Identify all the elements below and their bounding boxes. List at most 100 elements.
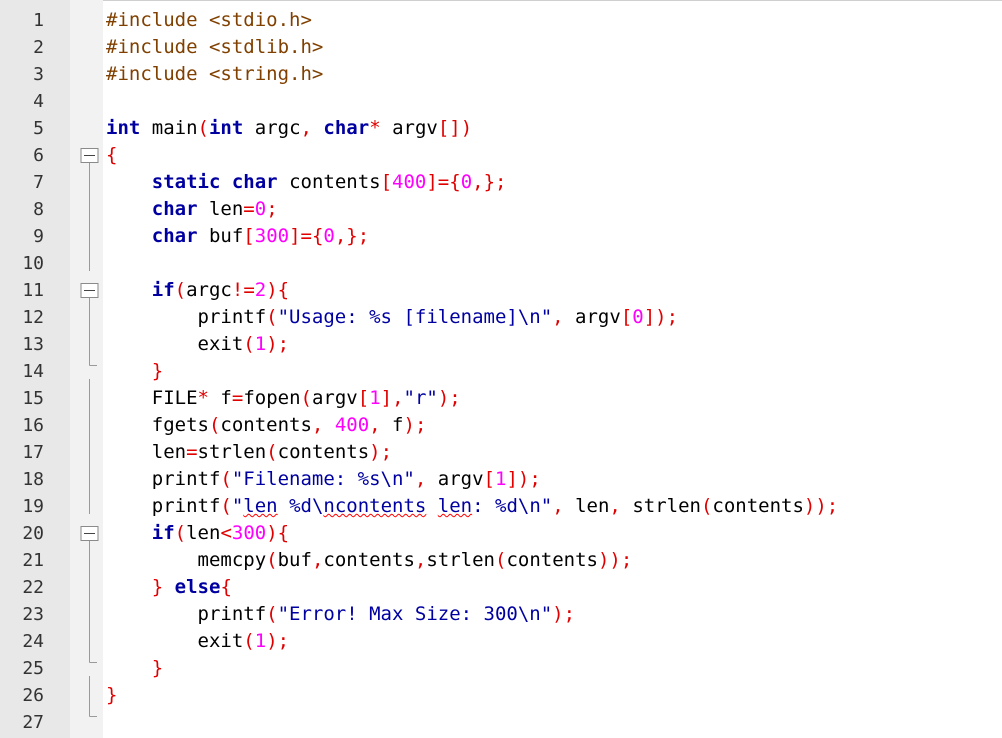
code-token: (: [220, 468, 232, 490]
code-line[interactable]: 23 printf("Error! Max Size: 300\n");: [0, 595, 1002, 628]
code-token: 0: [632, 306, 644, 328]
code-text[interactable]: len=strlen(contents);: [106, 439, 392, 466]
code-token: ,: [414, 468, 427, 490]
code-line[interactable]: 13 exit(1);: [0, 325, 1002, 358]
code-text[interactable]: } else{: [106, 574, 232, 601]
code-line[interactable]: 9 char buf[300]={0,};: [0, 217, 1002, 250]
code-line[interactable]: 5 int main(int argc, char* argv[]): [0, 115, 1002, 142]
code-line[interactable]: 19 printf("len %d\ncontents len: %d\n", …: [0, 487, 1002, 520]
code-text[interactable]: if(argc!=2){: [106, 277, 289, 304]
code-text[interactable]: char buf[300]={0,};: [106, 223, 369, 250]
code-token: (: [243, 630, 255, 652]
code-line[interactable]: 20 if(len<300){: [0, 520, 1002, 558]
fold-guide-line: [89, 379, 90, 406]
code-token: ]={: [426, 171, 461, 193]
fold-guide-line: [89, 433, 90, 460]
code-text[interactable]: #include <string.h>: [106, 61, 323, 88]
code-line[interactable]: 27: [0, 703, 1002, 736]
code-text[interactable]: }: [106, 682, 117, 709]
fold-toggle-icon[interactable]: [80, 283, 99, 315]
code-text[interactable]: memcpy(buf,contents,strlen(contents));: [106, 547, 633, 574]
fold-guide-line: [89, 406, 90, 433]
fold-toggle-icon[interactable]: [80, 148, 99, 180]
code-line[interactable]: 10: [0, 244, 1002, 277]
code-token: strlen: [197, 441, 267, 463]
code-line[interactable]: 12 printf("Usage: %s [filename]\n", argv…: [0, 298, 1002, 331]
fold-guide-line: [89, 568, 90, 595]
code-text[interactable]: #include <stdio.h>: [106, 7, 312, 34]
code-token: ,};: [334, 225, 370, 247]
line-number: 21: [22, 550, 44, 571]
code-token: len: [437, 495, 473, 517]
code-token: ,: [552, 306, 564, 328]
code-text[interactable]: }: [106, 655, 163, 682]
code-token: ): [266, 522, 278, 544]
line-number: 15: [22, 388, 44, 409]
code-text[interactable]: #include <stdlib.h>: [106, 34, 323, 61]
code-token: len: [243, 495, 278, 517]
code-line[interactable]: 4: [0, 88, 1002, 115]
code-token: "Usage: %s [filename]\n": [277, 306, 553, 328]
code-token: len: [186, 522, 221, 544]
code-line[interactable]: 22 } else{: [0, 568, 1002, 601]
code-text[interactable]: fgets(contents, 400, f);: [106, 412, 427, 439]
code-text[interactable]: printf("Usage: %s [filename]\n", argv[0]…: [106, 304, 679, 331]
code-token: !=: [231, 279, 255, 301]
code-token: f: [208, 387, 232, 409]
code-token: (: [197, 117, 209, 139]
code-line[interactable]: 3 #include <string.h>: [0, 61, 1002, 88]
code-token: (: [243, 333, 255, 355]
code-text[interactable]: char len=0;: [106, 196, 278, 223]
code-text[interactable]: printf("Filename: %s\n", argv[1]);: [106, 466, 541, 493]
code-line[interactable]: 6{: [0, 142, 1002, 180]
code-line[interactable]: 11 if(argc!=2){: [0, 277, 1002, 315]
line-number: 7: [33, 172, 44, 193]
code-token: buf: [197, 225, 244, 247]
code-token: else: [174, 576, 221, 598]
code-line[interactable]: 8 char len=0;: [0, 190, 1002, 223]
code-token: #include <stdlib.h>: [106, 36, 324, 58]
code-line[interactable]: 16 fgets(contents, 400, f);: [0, 406, 1002, 439]
code-line[interactable]: 18 printf("Filename: %s\n", argv[1]);: [0, 460, 1002, 493]
code-token: printf: [106, 495, 221, 517]
code-line[interactable]: 2 #include <stdlib.h>: [0, 34, 1002, 61]
code-token: contents: [277, 441, 370, 463]
code-text[interactable]: FILE* f=fopen(argv[1],"r");: [106, 385, 461, 412]
code-line[interactable]: 26}: [0, 676, 1002, 709]
code-line[interactable]: 17 len=strlen(contents);: [0, 433, 1002, 466]
code-line[interactable]: 1 #include <stdio.h>: [0, 7, 1002, 34]
code-line[interactable]: 15 FILE* f=fopen(argv[1],"r");: [0, 379, 1002, 412]
code-line[interactable]: 21 memcpy(buf,contents,strlen(contents))…: [0, 541, 1002, 574]
code-text[interactable]: int main(int argc, char* argv[]): [106, 115, 472, 142]
fold-end-marker: [89, 649, 97, 663]
code-lines[interactable]: 1 #include <stdio.h> 2 #include <stdlib.h> 3…: [0, 7, 1002, 736]
code-token: (: [266, 306, 278, 328]
code-token: "Filename: %s\n": [231, 468, 415, 490]
code-token: ": [231, 495, 244, 517]
code-token: contents: [220, 414, 312, 436]
code-text[interactable]: static char contents[400]={0,};: [106, 169, 507, 196]
code-token: "Error! Max Size: 300\n": [277, 603, 553, 625]
code-text[interactable]: {: [106, 142, 117, 169]
code-text[interactable]: exit(1);: [106, 331, 290, 358]
code-line[interactable]: 25 }: [0, 649, 1002, 682]
code-text[interactable]: exit(1);: [106, 628, 290, 655]
code-line[interactable]: 14 }: [0, 352, 1002, 385]
code-token: f: [380, 414, 404, 436]
code-token: int: [208, 117, 244, 139]
code-line[interactable]: 24 exit(1);: [0, 622, 1002, 655]
code-token: FILE: [106, 387, 198, 409]
code-token: #include <string.h>: [106, 63, 324, 85]
fold-guide-line: [89, 460, 90, 487]
code-text[interactable]: if(len<300){: [106, 520, 289, 547]
code-text[interactable]: }: [106, 358, 163, 385]
code-text[interactable]: printf("Error! Max Size: 300\n");: [106, 601, 576, 628]
code-token: exit: [106, 333, 244, 355]
code-token: len: [563, 495, 610, 517]
code-text[interactable]: printf("len %d\ncontents len: %d\n", len…: [106, 493, 839, 520]
fold-toggle-icon[interactable]: [80, 526, 99, 558]
code-token: len: [106, 441, 187, 463]
code-line[interactable]: 7 static char contents[400]={0,};: [0, 163, 1002, 196]
code-editor[interactable]: 1 #include <stdio.h> 2 #include <stdlib.h> 3…: [0, 0, 1002, 738]
